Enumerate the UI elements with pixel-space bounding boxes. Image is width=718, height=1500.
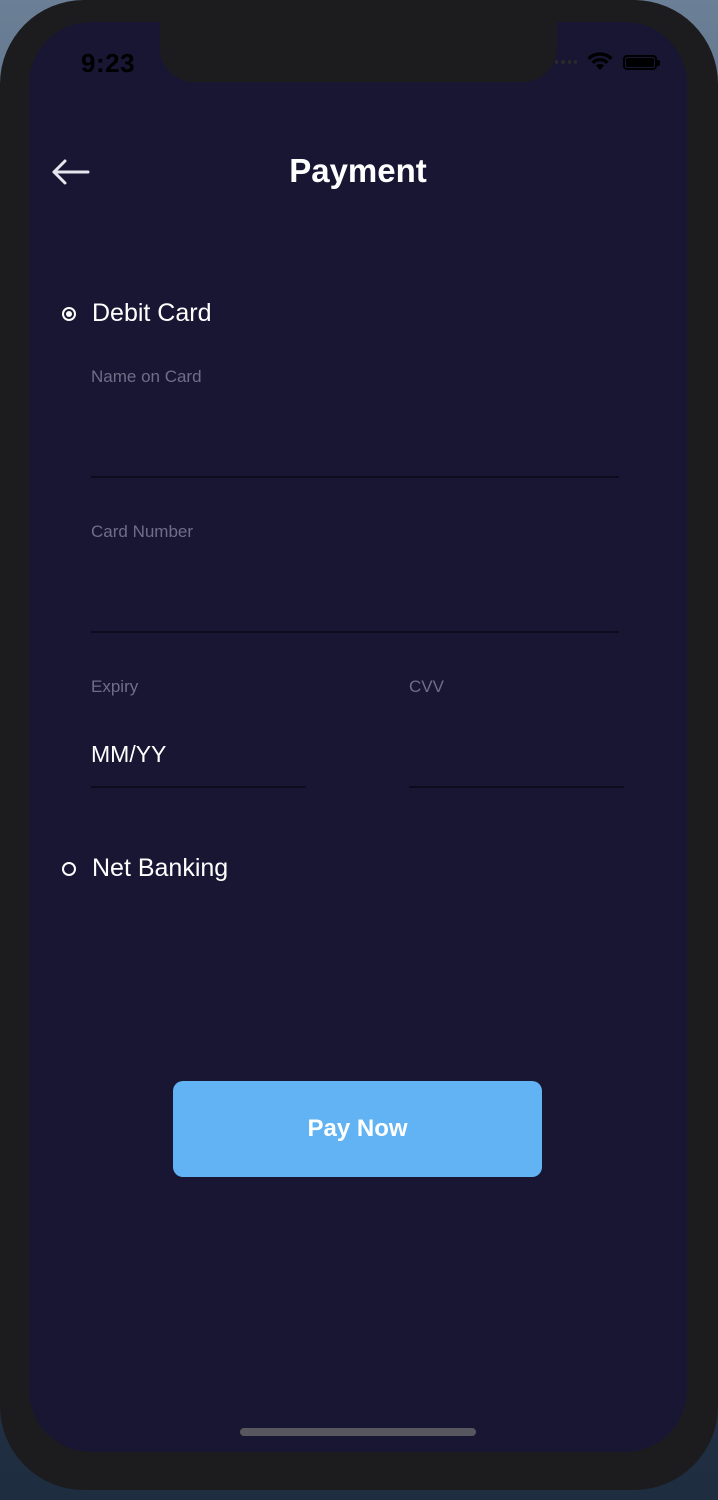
cellular-signal-icon (555, 59, 577, 65)
debit-card-label: Debit Card (92, 299, 212, 327)
expiry-field: Expiry (91, 677, 306, 788)
net-banking-radio[interactable] (62, 861, 76, 876)
status-icons (555, 52, 660, 72)
card-number-field: Card Number (91, 522, 619, 633)
home-indicator[interactable] (240, 1428, 476, 1436)
pay-now-button[interactable]: Pay Now (173, 1081, 542, 1177)
name-on-card-field: Name on Card (91, 367, 619, 478)
card-number-input[interactable] (91, 586, 619, 613)
expiry-label: Expiry (91, 677, 139, 696)
wifi-icon (587, 52, 613, 70)
card-number-label: Card Number (91, 522, 194, 541)
phone-frame: 9:23 Payment Debit Card Name on Card Car… (0, 0, 718, 1490)
net-banking-option[interactable]: Net Banking (62, 854, 228, 883)
debit-card-radio[interactable] (62, 306, 76, 321)
net-banking-label: Net Banking (92, 854, 229, 882)
name-on-card-input[interactable] (91, 431, 619, 458)
name-on-card-label: Name on Card (91, 367, 202, 386)
device-notch (160, 22, 557, 82)
page-title: Payment (289, 152, 427, 189)
cvv-input[interactable] (409, 741, 624, 768)
expiry-input[interactable] (91, 741, 306, 768)
battery-icon (623, 54, 660, 70)
app-header: Payment (29, 144, 687, 200)
cvv-label: CVV (409, 677, 444, 696)
cvv-field: CVV (409, 677, 624, 788)
app-screen: 9:23 Payment Debit Card Name on Card Car… (29, 22, 687, 1452)
debit-card-option[interactable]: Debit Card (62, 299, 212, 328)
status-time: 9:23 (81, 48, 136, 78)
